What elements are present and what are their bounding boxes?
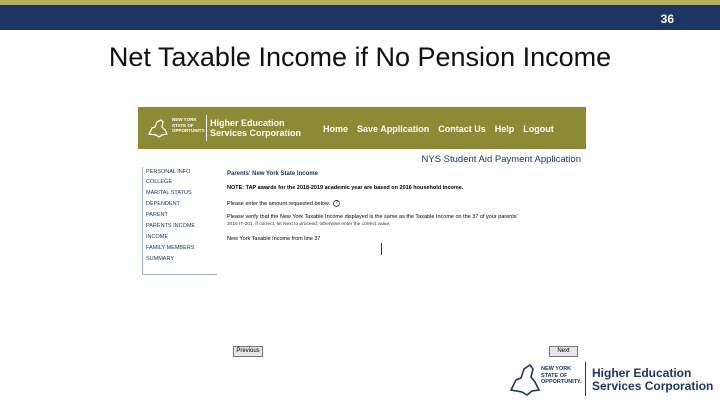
tap-note: NOTE: TAP awards for the 2018-2019 acade… xyxy=(227,185,464,191)
top-nav: Home Save Application Contact Us Help Lo… xyxy=(323,124,554,134)
sidebar-item-income[interactable]: INCOME xyxy=(143,232,217,243)
sidebar-item-family-members[interactable]: FAMILY MEMBERS xyxy=(143,243,217,254)
next-button[interactable]: Next xyxy=(549,346,578,357)
nav-contact-us[interactable]: Contact Us xyxy=(438,124,486,134)
footer-name-line2: Services Corporation xyxy=(592,379,714,393)
nav-save-application[interactable]: Save Application xyxy=(357,124,429,134)
footer-ny-text: NEW YORK STATE OF OPPORTUNITY. xyxy=(541,366,582,385)
nav-help[interactable]: Help xyxy=(495,124,515,134)
instruction-text: Please enter the amount requested below.… xyxy=(227,200,582,208)
nav-logout[interactable]: Logout xyxy=(523,124,554,134)
application-screenshot: NEW YORK STATE OF OPPORTUNITY. Higher Ed… xyxy=(138,107,586,362)
app-title: NYS Student Aid Payment Application xyxy=(421,154,582,165)
footer-hesc-text: Higher Education Services Corporation xyxy=(592,367,713,393)
new-york-state-icon xyxy=(148,119,168,138)
sidebar-item-marital-status[interactable]: MARITAL STATUS xyxy=(143,188,217,199)
taxable-income-input[interactable] xyxy=(381,243,383,255)
slide-top-bar: 36 xyxy=(0,0,720,30)
ny-state-logo-text: NEW YORK STATE OF OPPORTUNITY. xyxy=(172,117,206,133)
footer-logo: NEW YORK STATE OF OPPORTUNITY. Higher Ed… xyxy=(508,358,713,400)
slide-number: 36 xyxy=(660,12,674,26)
hesc-logo-text: Higher Education Services Corporation xyxy=(210,118,301,138)
logo-divider xyxy=(206,115,207,141)
logo-name-line2: Services Corporation xyxy=(210,128,302,138)
previous-button[interactable]: Previous xyxy=(233,346,263,357)
section-heading: Parents' New York State Income xyxy=(227,171,318,177)
sidebar-item-personal-info[interactable]: PERSONAL INFO xyxy=(143,167,217,177)
verify-text-line2: 2016 IT-201. If correct, hit Next to pro… xyxy=(227,222,391,227)
instruction-label: Please enter the amount requested below. xyxy=(227,201,331,207)
app-header: NEW YORK STATE OF OPPORTUNITY. Higher Ed… xyxy=(138,107,586,149)
help-icon[interactable]: ? xyxy=(333,200,341,208)
sidebar-item-dependent[interactable]: DEPENDENT xyxy=(143,199,217,210)
nav-home[interactable]: Home xyxy=(323,124,348,134)
sidebar-item-parent[interactable]: PARENT xyxy=(143,210,217,221)
sidebar-item-summary[interactable]: SUMMARY xyxy=(143,254,217,265)
new-york-state-icon xyxy=(509,363,541,396)
sidebar-item-parents-income[interactable]: PARENTS INCOME xyxy=(143,221,217,232)
verify-text-line1: Please verify that the New York Taxable … xyxy=(227,214,518,220)
footer-logo-divider xyxy=(585,362,586,396)
slide-title: Net Taxable Income if No Pension Income xyxy=(108,42,612,72)
taxable-income-label: New York Taxable Income from line 37 xyxy=(227,236,321,242)
form-content: Parents' New York State Income NOTE: TAP… xyxy=(227,169,582,255)
sidebar: PERSONAL INFO COLLEGE MARITAL STATUS DEP… xyxy=(142,167,217,275)
logo-name-line1: Higher Education xyxy=(210,118,285,128)
sidebar-item-college[interactable]: COLLEGE xyxy=(143,177,217,188)
